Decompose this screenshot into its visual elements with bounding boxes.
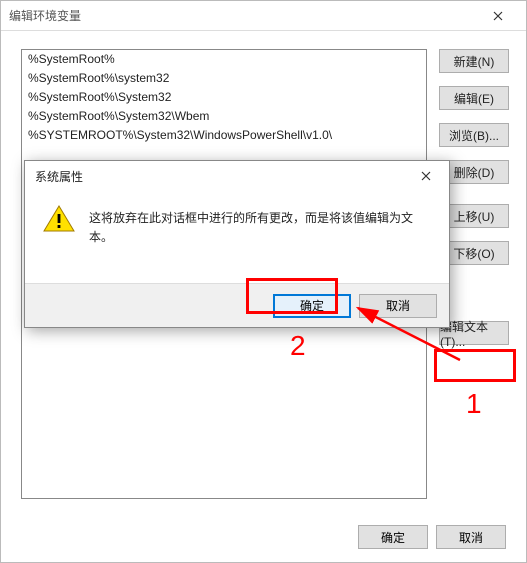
modal-title: 系统属性 bbox=[35, 168, 83, 185]
list-item[interactable]: %SystemRoot%\System32\Wbem bbox=[22, 107, 426, 126]
modal-message: 这将放弃在此对话框中进行的所有更改，而是将该值编辑为文本。 bbox=[89, 205, 431, 247]
title-bar: 编辑环境变量 bbox=[1, 1, 526, 31]
ok-button[interactable]: 确定 bbox=[358, 525, 428, 549]
dialog-footer: 确定 取消 bbox=[1, 512, 526, 562]
window-title: 编辑环境变量 bbox=[9, 1, 81, 31]
new-button[interactable]: 新建(N) bbox=[439, 49, 509, 73]
modal-title-bar: 系统属性 bbox=[25, 161, 449, 191]
list-item[interactable]: %SystemRoot%\system32 bbox=[22, 69, 426, 88]
list-item[interactable]: %SystemRoot%\System32 bbox=[22, 88, 426, 107]
cancel-button[interactable]: 取消 bbox=[436, 525, 506, 549]
close-icon[interactable] bbox=[409, 165, 443, 187]
list-item[interactable]: %SystemRoot% bbox=[22, 50, 426, 69]
browse-button[interactable]: 浏览(B)... bbox=[439, 123, 509, 147]
modal-cancel-button[interactable]: 取消 bbox=[359, 294, 437, 318]
modal-body: 这将放弃在此对话框中进行的所有更改，而是将该值编辑为文本。 bbox=[25, 191, 449, 255]
modal-ok-button[interactable]: 确定 bbox=[273, 294, 351, 318]
list-item[interactable]: %SYSTEMROOT%\System32\WindowsPowerShell\… bbox=[22, 126, 426, 145]
close-icon[interactable] bbox=[478, 1, 518, 31]
confirm-dialog: 系统属性 这将放弃在此对话框中进行的所有更改，而是将该值编辑为文本。 确定 取消 bbox=[24, 160, 450, 328]
edit-button[interactable]: 编辑(E) bbox=[439, 86, 509, 110]
modal-footer: 确定 取消 bbox=[25, 283, 449, 327]
warning-icon bbox=[43, 205, 75, 233]
